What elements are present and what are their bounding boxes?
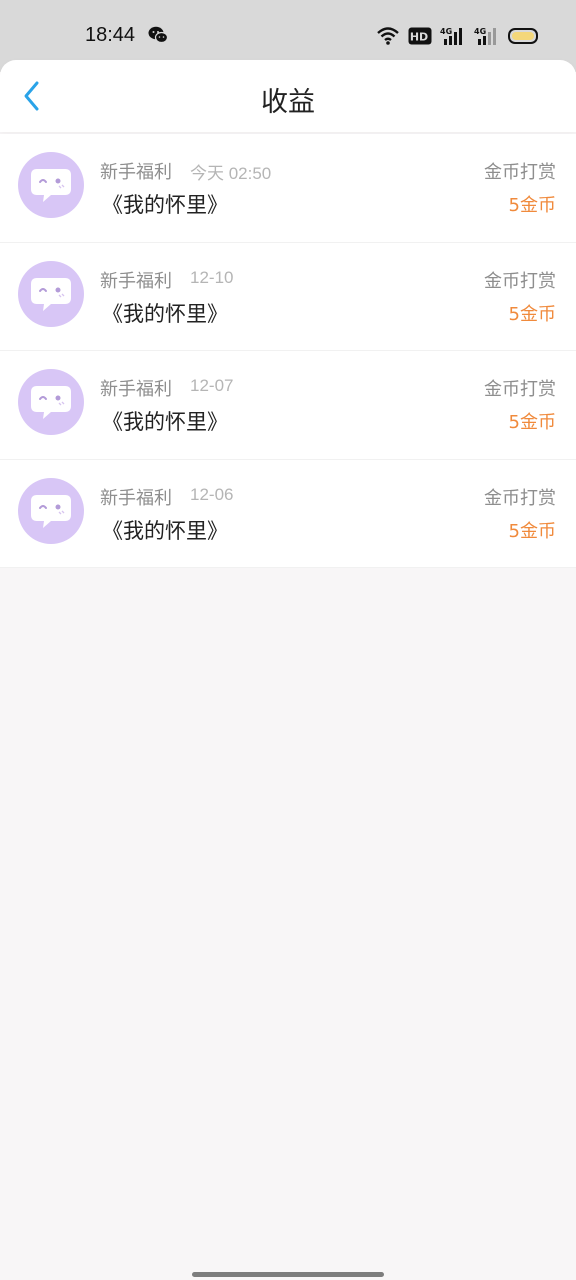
page-title: 收益 [261,87,315,118]
hd-label: HD [410,31,428,44]
battery-icon [508,28,538,44]
list-item[interactable]: 新手福利 12-07 《我的怀里》 金币打赏 5金币 [0,351,576,460]
list-item[interactable]: 新手福利 12-10 《我的怀里》 金币打赏 5金币 [0,243,576,351]
source-label: 新手福利 [100,162,172,183]
signal-4g-icon: 4G [474,27,496,45]
source-label: 新手福利 [100,379,172,400]
earnings-list: 新手福利 今天 02:50 《我的怀里》 金币打赏 5金币 新手福利 12-10… [0,134,576,568]
net-label: 4G [440,27,452,36]
list-item[interactable]: 新手福利 12-06 《我的怀里》 金币打赏 5金币 [0,460,576,568]
list-item[interactable]: 新手福利 今天 02:50 《我的怀里》 金币打赏 5金币 [0,134,576,243]
hd-icon: HD [408,27,432,45]
source-label: 新手福利 [100,270,172,292]
avatar [18,369,84,435]
source-label: 新手福利 [100,487,172,509]
avatar [18,260,84,327]
reward-amount: 5金币 [508,303,556,325]
book-title: 《我的怀里》 [102,518,228,543]
reward-type: 金币打赏 [484,379,556,400]
chat-bubble-face-icon [31,386,71,419]
net-label: 4G [474,27,486,36]
header-bar: 收益 [0,60,576,132]
wechat-icon [148,26,168,44]
reward-type: 金币打赏 [484,162,556,183]
date-label: 12-06 [190,484,234,504]
date-label: 12-07 [190,376,234,395]
reward-amount: 5金币 [508,412,556,433]
avatar [18,477,84,544]
chat-bubble-face-icon [31,494,71,528]
signal-4g-icon: 4G [440,27,462,45]
status-time: 18:44 [85,24,136,46]
date-label: 12-10 [190,267,234,287]
book-title: 《我的怀里》 [102,193,228,217]
reward-type: 金币打赏 [484,270,556,292]
wifi-icon [377,27,399,45]
reward-amount: 5金币 [508,195,556,216]
avatar [18,152,84,218]
home-indicator[interactable] [192,1272,384,1277]
reward-amount: 5金币 [508,520,556,542]
date-label: 今天 02:50 [190,164,272,183]
book-title: 《我的怀里》 [102,301,228,326]
reward-type: 金币打赏 [484,487,556,509]
status-icons: HD 4G 4G [376,24,540,48]
book-title: 《我的怀里》 [102,410,228,434]
chat-bubble-face-icon [31,169,71,202]
chat-bubble-face-icon [31,277,71,311]
